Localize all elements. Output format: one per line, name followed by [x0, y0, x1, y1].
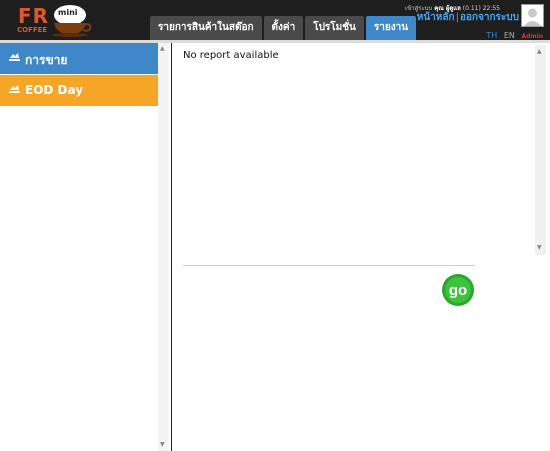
language-switch: TH EN Admin: [486, 31, 543, 40]
sidebar-item-label: การขาย: [25, 53, 68, 67]
user-avatar-icon: [522, 5, 543, 26]
scroll-up-icon[interactable]: ▲: [160, 45, 165, 52]
go-label: go: [449, 282, 467, 299]
main-tabs: รายการสินค้าในสต๊อก ตั้งค่า โปรโมชั่น รา…: [150, 16, 418, 40]
content-divider: [183, 265, 475, 266]
logo-brand-text: FR: [18, 4, 50, 28]
chart-icon: [9, 85, 20, 93]
link-separator: |: [455, 12, 459, 23]
scroll-up-icon[interactable]: ▲: [537, 48, 542, 55]
scroll-down-icon[interactable]: ▼: [537, 244, 542, 251]
sidebar-item-label: EOD Day: [25, 83, 84, 97]
lang-en[interactable]: EN: [504, 31, 515, 40]
sidebar-item-eod-day[interactable]: EOD Day: [0, 75, 158, 106]
sidebar-scrollbar[interactable]: ▲ ▼: [158, 43, 169, 451]
sidebar-item-sales[interactable]: การขาย: [0, 43, 158, 74]
scroll-down-icon[interactable]: ▼: [160, 441, 165, 448]
tab-stock[interactable]: รายการสินค้าในสต๊อก: [150, 16, 262, 40]
top-links: หน้าหลัก|ออกจากระบบ: [417, 10, 519, 25]
sidebar: การขาย EOD Day: [0, 43, 159, 451]
report-panel: No report available: [171, 43, 550, 451]
avatar[interactable]: [521, 4, 544, 27]
logo-sub-text: COFFEE: [17, 26, 48, 34]
logo-badge-text: mini: [58, 8, 78, 17]
report-message: No report available: [183, 50, 279, 61]
logout-link[interactable]: ออกจากระบบ: [460, 12, 519, 23]
role-label: Admin: [521, 33, 543, 40]
go-button[interactable]: go: [442, 274, 474, 306]
home-link[interactable]: หน้าหลัก: [417, 12, 455, 23]
chart-icon: [9, 53, 20, 61]
tab-promotion[interactable]: โปรโมชั่น: [305, 16, 364, 40]
top-header: FR COFFEE mini รายการสินค้าในสต๊อก ตั้งค…: [0, 0, 550, 40]
logo[interactable]: FR COFFEE mini: [14, 3, 94, 37]
tab-report[interactable]: รายงาน: [365, 16, 417, 40]
tab-settings[interactable]: ตั้งค่า: [263, 16, 304, 40]
lang-th[interactable]: TH: [486, 31, 497, 40]
report-scrollbar[interactable]: ▲ ▼: [535, 45, 546, 255]
